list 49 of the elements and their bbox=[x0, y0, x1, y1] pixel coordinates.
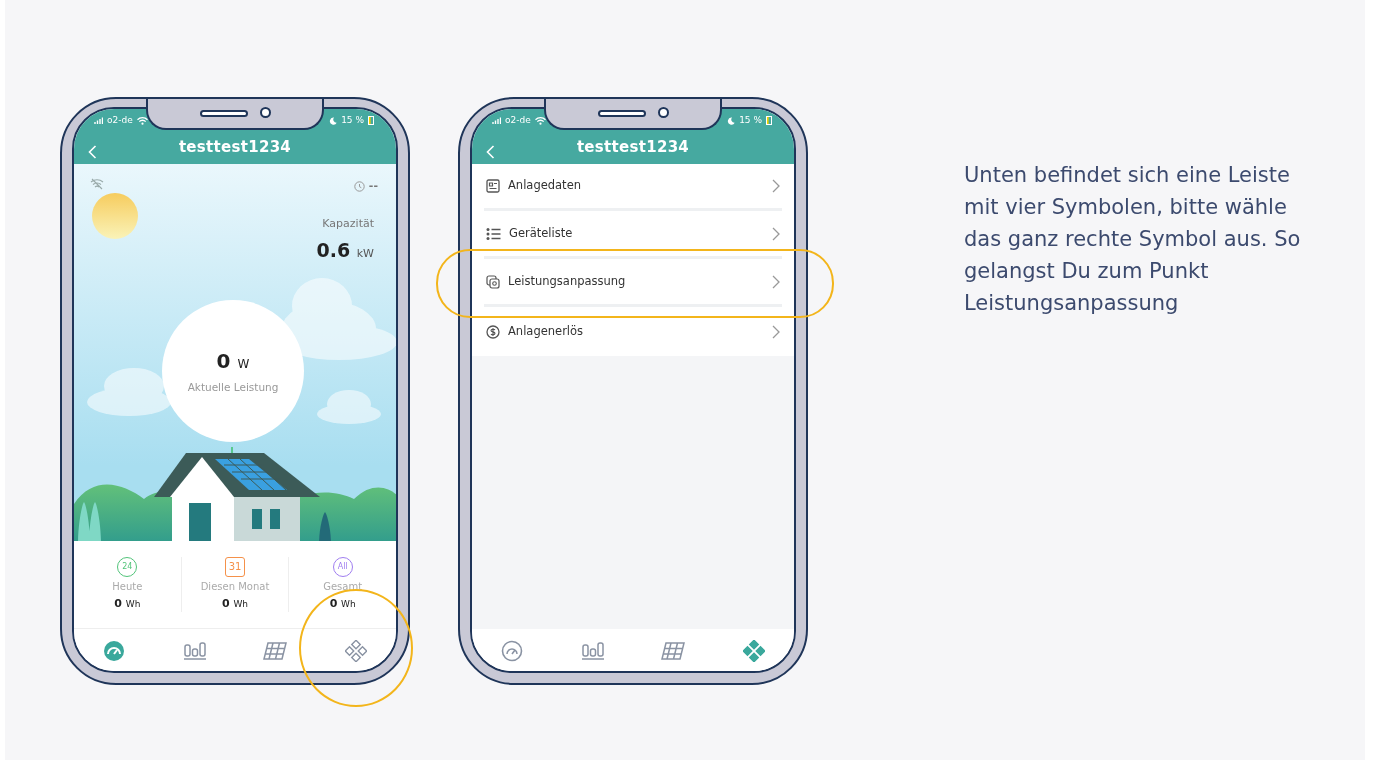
stat-label: Heute bbox=[112, 579, 143, 594]
overlapping-squares-icon bbox=[486, 275, 500, 289]
power-label: Aktuelle Leistung bbox=[187, 380, 279, 396]
capacity-value: 0.6 kW bbox=[316, 238, 374, 263]
bar-chart-icon bbox=[182, 640, 207, 661]
power-value: 0 W bbox=[216, 348, 250, 376]
speaker-slot bbox=[598, 110, 646, 117]
update-time: -- bbox=[368, 178, 378, 194]
camera-dot bbox=[260, 107, 271, 118]
speaker-slot bbox=[200, 110, 248, 117]
chevron-right-icon bbox=[772, 179, 780, 193]
signal-icon bbox=[94, 116, 103, 125]
battery-icon bbox=[368, 116, 374, 125]
moon-icon bbox=[329, 116, 338, 125]
wifi-off-icon bbox=[90, 178, 104, 190]
battery-percentage: 15 % bbox=[739, 113, 762, 127]
data-sheet-icon bbox=[486, 179, 500, 193]
chevron-right-icon bbox=[772, 324, 780, 339]
carrier-name: o2-de bbox=[107, 113, 133, 127]
instruction-text: Unten befindet sich eine Leiste mit vier Symbolen, bitte wähle das ganz rechte Symbol aus. So gelangst Du zum Punkt Leistungsanpassung bbox=[964, 162, 1302, 317]
camera-dot bbox=[658, 107, 669, 118]
clock-icon bbox=[353, 180, 365, 192]
stat-label: Gesamt bbox=[323, 579, 363, 594]
gauge-icon bbox=[103, 639, 126, 662]
carrier-name: o2-de bbox=[505, 113, 531, 127]
chevron-right-icon bbox=[772, 275, 780, 289]
solar-panel-icon bbox=[263, 641, 288, 660]
diamond-grid-icon bbox=[344, 639, 367, 662]
capacity-label: Kapazität bbox=[322, 216, 374, 232]
stat-badge-icon: 31 bbox=[225, 556, 245, 577]
diamond-grid-icon bbox=[742, 639, 765, 662]
dollar-coin-icon bbox=[486, 324, 500, 339]
wifi-icon bbox=[136, 116, 148, 125]
stat-value: 0 Wh bbox=[329, 595, 356, 612]
battery-percentage: 15 % bbox=[341, 113, 364, 127]
gauge-icon bbox=[501, 639, 524, 662]
screen-title: testtest1234 bbox=[178, 137, 292, 156]
chevron-right-icon bbox=[772, 227, 780, 241]
battery-icon bbox=[766, 116, 772, 125]
wifi-icon bbox=[534, 116, 546, 125]
solar-panel-icon bbox=[661, 641, 686, 660]
moon-icon bbox=[727, 116, 736, 125]
list-icon bbox=[486, 227, 501, 241]
stat-label: Diesen Monat bbox=[200, 579, 270, 594]
bar-chart-icon bbox=[580, 640, 605, 661]
signal-icon bbox=[492, 116, 501, 125]
stat-value: 0 Wh bbox=[114, 595, 141, 612]
stat-value: 0 Wh bbox=[221, 595, 249, 612]
screen-title: testtest1234 bbox=[576, 137, 690, 156]
